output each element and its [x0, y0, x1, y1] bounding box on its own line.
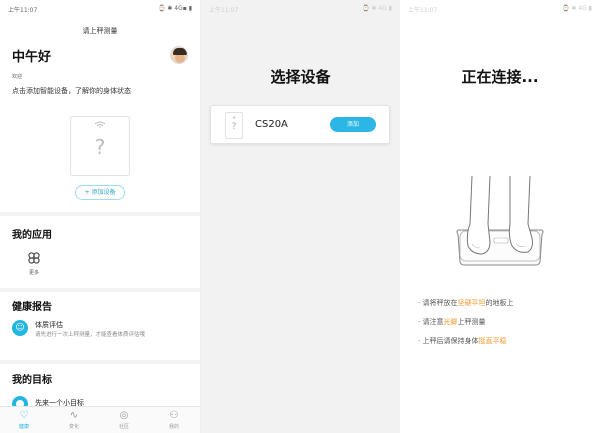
page-title: 请上秤测量 — [82, 27, 118, 35]
my-apps-title: 我的应用 — [12, 230, 52, 241]
device-thumbnail: ≋ ? — [225, 112, 243, 139]
instruction-text: 的地板上 — [485, 299, 514, 307]
tab-label: 我的 — [168, 424, 179, 430]
tab-me[interactable]: ⚇ 我的 — [154, 410, 194, 430]
status-bar: 上午11:07 ⌚ ✱ 4G ▮ — [209, 5, 392, 15]
wave-chart-icon: ∿ — [69, 410, 79, 421]
instruction-item: · 上秤后请保持身体挺直平稳 — [418, 336, 506, 346]
bottom-tab-bar: ♡ 健康 ∿ 变化 ◎ 社区 ⚇ 我的 — [0, 406, 200, 433]
add-device-button[interactable]: 添加 — [330, 117, 376, 132]
status-bar: 上午11:07 ⌚ ✱ 4G ▮ — [408, 5, 592, 15]
greeting-title: 中午好 — [12, 50, 52, 65]
tab-health[interactable]: ♡ 健康 — [4, 410, 44, 430]
instruction-highlight: 坚硬平坦 — [457, 299, 486, 307]
body-assessment-icon: ☺ — [12, 320, 28, 336]
unknown-device-icon: ? — [94, 135, 106, 159]
tab-changes[interactable]: ∿ 变化 — [54, 410, 94, 430]
body-assessment-desc: 请先进行一次上秤测量，才能查看体质评估哦 — [35, 332, 146, 338]
home-screen: 上午11:07 ⌚ ✱ 4G▪ ▮ 请上秤测量 中午好 欢迎 点击添加智能设备，… — [0, 0, 201, 433]
my-goal-title: 我的目标 — [12, 375, 52, 386]
instruction-highlight: 挺直平稳 — [478, 337, 507, 345]
instruction-text: · 请注意 — [418, 318, 444, 326]
unknown-device-icon: ? — [231, 122, 237, 132]
device-list-item[interactable]: ≋ ? CS20A 添加 — [210, 105, 390, 144]
status-icons: ⌚ ✱ 4G ▮ — [362, 5, 392, 12]
clover-grid-icon — [24, 252, 44, 267]
status-bar: 上午11:07 ⌚ ✱ 4G▪ ▮ — [8, 5, 192, 15]
status-icons: ⌚ ✱ 4G ▮ — [562, 5, 592, 12]
page-title: 选择设备 — [270, 68, 331, 86]
page-title: 正在连接... — [461, 68, 539, 86]
smart-scale-feet-icon — [456, 176, 544, 266]
tab-label: 社区 — [118, 424, 129, 430]
status-time: 上午11:07 — [8, 7, 38, 14]
status-time: 上午11:07 — [209, 7, 239, 14]
greeting-subtitle: 欢迎 — [12, 74, 23, 80]
person-icon: ⚇ — [169, 410, 179, 421]
instruction-text: 上秤测量 — [457, 318, 486, 326]
tab-community[interactable]: ◎ 社区 — [104, 410, 144, 430]
body-assessment-title[interactable]: 体质评估 — [35, 320, 63, 330]
status-icons: ⌚ ✱ 4G▪ ▮ — [157, 5, 192, 12]
tab-label: 健康 — [18, 424, 29, 430]
more-apps-button[interactable]: 更多 — [24, 252, 44, 276]
more-apps-label: 更多 — [28, 270, 39, 276]
device-name: CS20A — [255, 119, 288, 130]
avatar-hair — [173, 48, 187, 55]
status-time: 上午11:07 — [408, 7, 438, 14]
section-divider — [0, 360, 200, 364]
instruction-text: · 上秤后请保持身体 — [418, 337, 479, 345]
screenshot-collage: 上午11:07 ⌚ ✱ 4G▪ ▮ 请上秤测量 中午好 欢迎 点击添加智能设备，… — [0, 0, 600, 433]
health-report-title: 健康报告 — [12, 302, 52, 313]
connecting-screen: 上午11:07 ⌚ ✱ 4G ▮ 正在连接... · 请将秤放在坚硬平坦的地板上… — [400, 0, 600, 433]
instruction-text: · 请将秤放在 — [418, 299, 458, 307]
avatar[interactable] — [170, 46, 188, 64]
section-divider — [0, 288, 200, 292]
instruction-item: · 请注意光脚上秤测量 — [418, 317, 485, 327]
heart-icon: ♡ — [19, 410, 29, 421]
tab-label: 变化 — [68, 424, 79, 430]
wifi-icon: ≋ — [232, 115, 236, 120]
instruction-item: · 请将秤放在坚硬平坦的地板上 — [418, 298, 513, 308]
instruction-highlight: 光脚 — [443, 318, 458, 326]
select-device-screen: 上午11:07 ⌚ ✱ 4G ▮ 选择设备 ≋ ? CS20A 添加 — [201, 0, 400, 433]
add-device-button[interactable]: + 添加设备 — [75, 185, 125, 200]
section-divider — [0, 212, 200, 216]
device-placeholder-card[interactable]: ? — [70, 116, 130, 176]
add-device-tip: 点击添加智能设备，了解你的身体状态 — [12, 87, 131, 95]
community-icon: ◎ — [119, 410, 129, 421]
wifi-icon — [71, 121, 129, 130]
